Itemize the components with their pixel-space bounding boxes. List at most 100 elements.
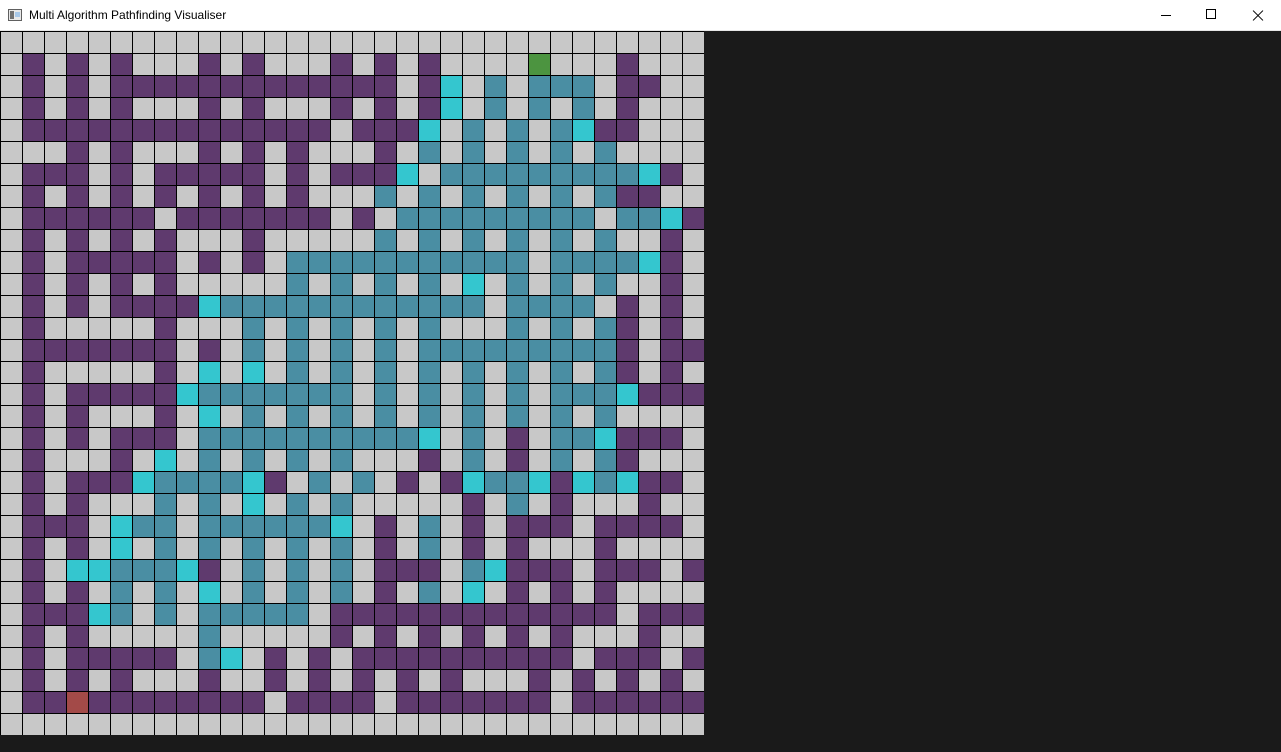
grid-cell-empty[interactable] (133, 32, 154, 53)
grid-cell-wall[interactable] (155, 340, 176, 361)
grid-cell-wall[interactable] (309, 692, 330, 713)
grid-cell-visited[interactable] (287, 340, 308, 361)
grid-cell-empty[interactable] (177, 648, 198, 669)
grid-cell-empty[interactable] (397, 362, 418, 383)
grid-cell-empty[interactable] (485, 494, 506, 515)
grid-cell-visited[interactable] (529, 340, 550, 361)
grid-cell-visited[interactable] (485, 76, 506, 97)
grid-cell-empty[interactable] (617, 494, 638, 515)
grid-cell-wall[interactable] (23, 516, 44, 537)
grid-cell-empty[interactable] (111, 406, 132, 427)
grid-cell-empty[interactable] (265, 406, 286, 427)
grid-cell-empty[interactable] (45, 538, 66, 559)
grid-cell-wall[interactable] (661, 318, 682, 339)
grid-cell-empty[interactable] (485, 120, 506, 141)
grid-cell-empty[interactable] (133, 186, 154, 207)
grid-cell-visited[interactable] (529, 98, 550, 119)
grid-cell-empty[interactable] (639, 98, 660, 119)
grid-cell-visited[interactable] (287, 362, 308, 383)
grid-cell-empty[interactable] (287, 98, 308, 119)
grid-cell-wall[interactable] (375, 538, 396, 559)
grid-cell-empty[interactable] (177, 450, 198, 471)
grid-cell-empty[interactable] (265, 560, 286, 581)
grid-cell-visited[interactable] (287, 582, 308, 603)
grid-cell-empty[interactable] (89, 54, 110, 75)
grid-cell-wall[interactable] (353, 120, 374, 141)
grid-cell-empty[interactable] (353, 230, 374, 251)
grid-cell-wall[interactable] (23, 670, 44, 691)
grid-cell-empty[interactable] (639, 120, 660, 141)
grid-cell-wall[interactable] (155, 274, 176, 295)
grid-cell-wall[interactable] (89, 252, 110, 273)
grid-cell-wall[interactable] (199, 120, 220, 141)
grid-cell-empty[interactable] (331, 472, 352, 493)
grid-cell-visited[interactable] (551, 186, 572, 207)
grid-cell-visited[interactable] (287, 604, 308, 625)
grid-cell-visited[interactable] (287, 274, 308, 295)
grid-cell-empty[interactable] (133, 54, 154, 75)
grid-cell-empty[interactable] (45, 428, 66, 449)
grid-cell-empty[interactable] (507, 714, 528, 735)
grid-cell-empty[interactable] (45, 714, 66, 735)
grid-cell-wall[interactable] (155, 384, 176, 405)
grid-cell-wall[interactable] (331, 604, 352, 625)
grid-cell-visited[interactable] (375, 186, 396, 207)
grid-cell-visited[interactable] (221, 428, 242, 449)
grid-cell-empty[interactable] (441, 230, 462, 251)
grid-cell-empty[interactable] (573, 450, 594, 471)
grid-cell-visited[interactable] (243, 318, 264, 339)
grid-cell-empty[interactable] (353, 516, 374, 537)
grid-cell-empty[interactable] (331, 120, 352, 141)
grid-cell-wall[interactable] (331, 164, 352, 185)
grid-cell-wall[interactable] (441, 670, 462, 691)
grid-cell-empty[interactable] (265, 494, 286, 515)
grid-cell-wall[interactable] (111, 648, 132, 669)
grid-cell-empty[interactable] (573, 230, 594, 251)
grid-cell-wall[interactable] (177, 692, 198, 713)
grid-cell-empty[interactable] (661, 120, 682, 141)
grid-cell-empty[interactable] (617, 406, 638, 427)
grid-cell-empty[interactable] (595, 54, 616, 75)
grid-cell-empty[interactable] (639, 54, 660, 75)
grid-cell-wall[interactable] (67, 604, 88, 625)
grid-cell-visited[interactable] (133, 516, 154, 537)
grid-cell-visited[interactable] (199, 384, 220, 405)
grid-cell-empty[interactable] (89, 186, 110, 207)
grid-cell-wall[interactable] (155, 296, 176, 317)
grid-cell-empty[interactable] (573, 54, 594, 75)
grid-cell-frontier[interactable] (463, 582, 484, 603)
grid-cell-wall[interactable] (111, 274, 132, 295)
grid-cell-visited[interactable] (111, 582, 132, 603)
grid-cell-visited[interactable] (199, 604, 220, 625)
grid-cell-empty[interactable] (595, 494, 616, 515)
grid-cell-wall[interactable] (111, 252, 132, 273)
grid-cell-empty[interactable] (661, 714, 682, 735)
grid-cell-empty[interactable] (683, 54, 704, 75)
grid-cell-frontier[interactable] (419, 428, 440, 449)
grid-cell-empty[interactable] (397, 626, 418, 647)
grid-cell-wall[interactable] (397, 692, 418, 713)
grid-cell-wall[interactable] (265, 648, 286, 669)
grid-cell-wall[interactable] (353, 604, 374, 625)
grid-cell-empty[interactable] (507, 76, 528, 97)
grid-cell-wall[interactable] (67, 76, 88, 97)
grid-cell-wall[interactable] (67, 98, 88, 119)
grid-cell-empty[interactable] (89, 494, 110, 515)
grid-cell-frontier[interactable] (199, 296, 220, 317)
grid-cell-wall[interactable] (111, 384, 132, 405)
grid-cell-wall[interactable] (67, 472, 88, 493)
grid-cell-empty[interactable] (683, 450, 704, 471)
grid-cell-wall[interactable] (111, 76, 132, 97)
grid-cell-empty[interactable] (1, 186, 22, 207)
grid-cell-wall[interactable] (573, 604, 594, 625)
grid-cell-empty[interactable] (1, 472, 22, 493)
grid-cell-end[interactable] (67, 692, 88, 713)
grid-cell-wall[interactable] (661, 274, 682, 295)
grid-cell-empty[interactable] (309, 164, 330, 185)
grid-cell-empty[interactable] (441, 274, 462, 295)
grid-cell-visited[interactable] (419, 362, 440, 383)
grid-cell-wall[interactable] (419, 648, 440, 669)
grid-cell-empty[interactable] (45, 362, 66, 383)
grid-cell-visited[interactable] (507, 340, 528, 361)
grid-cell-empty[interactable] (683, 538, 704, 559)
